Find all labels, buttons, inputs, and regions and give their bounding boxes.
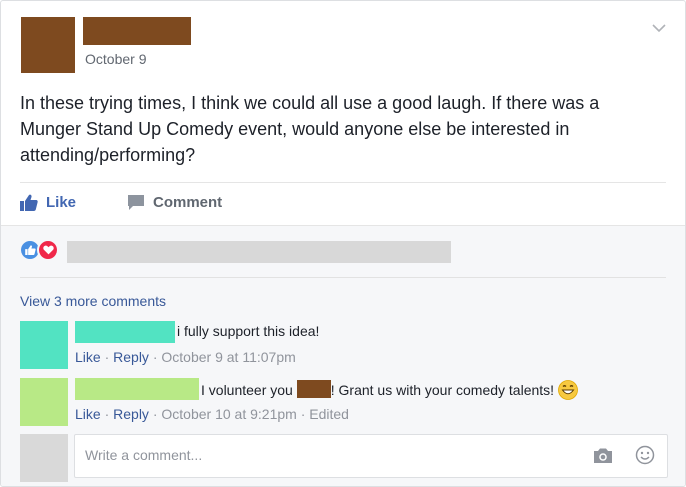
comment-text-after: ! Grant us with your comedy talents!: [330, 382, 555, 398]
comment-item: i fully support this idea! Like · Reply …: [20, 321, 640, 371]
comment-button[interactable]: Comment: [127, 194, 222, 211]
comment-meta: Like · Reply · October 10 at 9:21pm · Ed…: [75, 406, 349, 422]
mention-redacted[interactable]: [296, 380, 331, 398]
comment-reply-link[interactable]: Reply: [113, 349, 149, 365]
comment-like-link[interactable]: Like: [75, 406, 101, 422]
reaction-names-redacted[interactable]: [67, 241, 451, 263]
edited-label[interactable]: Edited: [309, 406, 349, 422]
comment-item: I volunteer you ! Grant us with your com…: [20, 378, 660, 428]
view-more-comments-link[interactable]: View 3 more comments: [20, 293, 166, 309]
comment-text: I volunteer you ! Grant us with your com…: [201, 380, 578, 400]
comment-label: Comment: [153, 194, 223, 211]
chevron-down-icon[interactable]: [649, 21, 669, 35]
comment-timestamp[interactable]: October 9 at 11:07pm: [161, 349, 295, 365]
commenter-name-redacted[interactable]: [75, 321, 175, 343]
post-date[interactable]: October 9: [85, 51, 146, 67]
love-reaction-icon: [37, 239, 59, 261]
write-comment-input[interactable]: Write a comment...: [74, 434, 668, 478]
comment-meta: Like · Reply · October 9 at 11:07pm: [75, 349, 296, 365]
feedback-section: View 3 more comments i fully support thi…: [1, 225, 685, 486]
commenter-name-redacted[interactable]: [75, 378, 199, 400]
commenter-avatar[interactable]: [20, 321, 68, 369]
author-avatar[interactable]: [21, 17, 75, 73]
comment-like-link[interactable]: Like: [75, 349, 101, 365]
comment-bubble-icon: [128, 195, 144, 210]
post-text: In these trying times, I think we could …: [20, 93, 600, 165]
reaction-icons[interactable]: [19, 239, 59, 261]
divider: [20, 277, 666, 278]
post-card: October 9 In these trying times, I think…: [0, 0, 686, 487]
grinning-emoji-icon: [558, 380, 578, 400]
thumbs-up-icon: [20, 194, 38, 211]
divider: [20, 182, 666, 183]
comment-placeholder: Write a comment...: [85, 447, 203, 463]
author-name-redacted[interactable]: [83, 17, 191, 45]
commenter-avatar[interactable]: [20, 378, 68, 426]
current-user-avatar: [20, 434, 68, 482]
like-button[interactable]: Like: [20, 194, 76, 211]
like-label: Like: [46, 194, 77, 211]
comment-text-before: I volunteer you: [201, 382, 297, 398]
comment-text: i fully support this idea!: [177, 323, 320, 339]
comment-timestamp[interactable]: October 10 at 9:21pm: [161, 406, 296, 422]
emoji-icon[interactable]: [635, 445, 655, 465]
camera-icon[interactable]: [593, 447, 613, 464]
comment-reply-link[interactable]: Reply: [113, 406, 149, 422]
